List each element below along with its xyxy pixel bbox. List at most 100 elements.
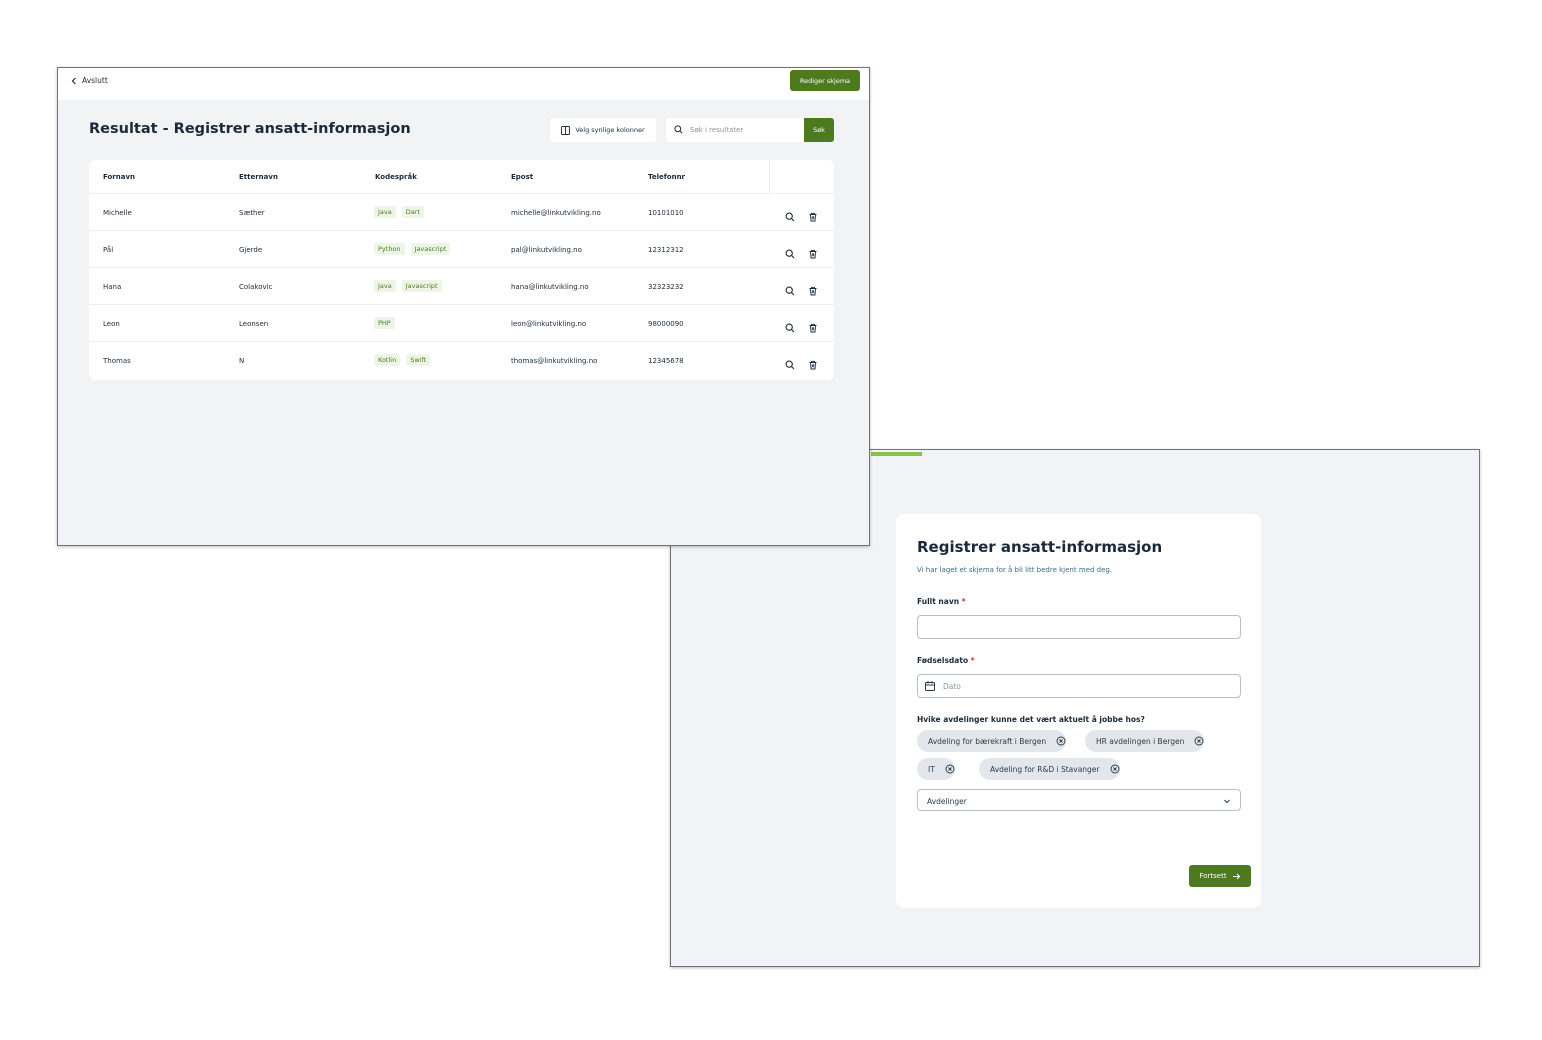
close-circle-icon[interactable]	[1056, 736, 1066, 746]
cell-phone: 10101010	[648, 209, 684, 217]
progress-bar	[871, 452, 922, 456]
choose-columns-button[interactable]: Velg synlige kolonner	[550, 118, 656, 142]
close-circle-icon[interactable]	[1194, 736, 1204, 746]
header-languages[interactable]: Kodespråk	[375, 173, 417, 181]
close-circle-icon[interactable]	[1110, 764, 1120, 774]
table-row: Michelle Sæther Java Dart michelle@linku…	[89, 194, 834, 231]
departments-select[interactable]: Avdelinger	[917, 789, 1241, 811]
cell-first-name: Pål	[103, 246, 114, 254]
search-placeholder: Søk i resultater	[690, 126, 744, 134]
continue-button[interactable]: Fortsett	[1189, 865, 1251, 887]
header-last-name[interactable]: Etternavn	[239, 173, 278, 181]
search-button[interactable]: Søk	[804, 118, 834, 142]
cell-languages: Java Dart	[374, 206, 424, 218]
close-circle-icon[interactable]	[945, 764, 955, 774]
search-icon	[785, 323, 795, 333]
cell-phone: 32323232	[648, 283, 684, 291]
departments-select-value: Avdelinger	[927, 797, 967, 806]
cell-email: pal@linkutvikling.no	[511, 246, 582, 254]
page-title: Resultat - Registrer ansatt-informasjon	[89, 121, 411, 137]
cell-last-name: Leonsen	[239, 320, 269, 328]
delete-button[interactable]	[808, 244, 818, 259]
search-icon	[785, 286, 795, 296]
cell-phone: 98000090	[648, 320, 684, 328]
delete-button[interactable]	[808, 355, 818, 370]
back-link[interactable]: Avslutt	[70, 76, 108, 85]
table-row: Hana Colakovic Java Javascript hana@link…	[89, 268, 834, 305]
language-tag: Javascript	[410, 243, 451, 255]
delete-button[interactable]	[808, 318, 818, 333]
top-bar: Avslutt Rediger skjema	[58, 68, 869, 100]
language-tag: Java	[374, 206, 396, 218]
cell-last-name: Sæther	[239, 209, 265, 217]
language-tag: Java	[374, 280, 396, 292]
delete-button[interactable]	[808, 281, 818, 296]
header-first-name[interactable]: Fornavn	[103, 173, 135, 181]
language-tag: Swift	[406, 354, 431, 366]
language-tag: Kotlin	[374, 354, 401, 366]
language-tag: PHP	[374, 317, 395, 329]
form-subtitle: Vi har laget et skjema for å bli litt be…	[917, 566, 1113, 574]
view-button[interactable]	[785, 207, 795, 222]
language-tag: Javascript	[401, 280, 442, 292]
view-button[interactable]	[785, 355, 795, 370]
search-icon	[785, 249, 795, 259]
search-input[interactable]: Søk i resultater	[666, 118, 805, 142]
delete-button[interactable]	[808, 207, 818, 222]
cell-languages: Kotlin Swift	[374, 354, 431, 366]
table-row: Pål Gjerde Python Javascript pal@linkutv…	[89, 231, 834, 268]
results-window: Avslutt Rediger skjema Resultat - Regist…	[57, 67, 870, 546]
header-email[interactable]: Epost	[511, 173, 533, 181]
departments-label: Hvike avdelinger kunne det vært aktuelt …	[917, 715, 1145, 724]
form-title: Registrer ansatt-informasjon	[917, 538, 1163, 556]
search-icon	[785, 360, 795, 370]
cell-first-name: Thomas	[103, 357, 131, 365]
cell-first-name: Michelle	[103, 209, 132, 217]
header-phone[interactable]: Telefonnr	[648, 173, 685, 181]
table-row: Thomas N Kotlin Swift thomas@linkutvikli…	[89, 342, 834, 379]
department-chip: Avdeling for R&D i Stavanger	[979, 758, 1120, 780]
birthdate-input[interactable]: Dato	[917, 674, 1241, 698]
results-table: Fornavn Etternavn Kodespråk Epost Telefo…	[89, 160, 834, 380]
trash-icon	[809, 249, 817, 259]
required-mark: *	[961, 597, 966, 606]
view-button[interactable]	[785, 244, 795, 259]
search-icon	[785, 212, 795, 222]
cell-email: michelle@linkutvikling.no	[511, 209, 601, 217]
cell-last-name: N	[239, 357, 245, 365]
cell-languages: PHP	[374, 317, 395, 329]
cell-phone: 12312312	[648, 246, 684, 254]
department-chip: HR avdelingen i Bergen	[1085, 730, 1205, 752]
cell-languages: Java Javascript	[374, 280, 442, 292]
language-tag: Python	[374, 243, 405, 255]
department-chip: Avdeling for bærekraft i Bergen	[917, 730, 1067, 752]
cell-last-name: Colakovic	[239, 283, 273, 291]
cell-last-name: Gjerde	[239, 246, 263, 254]
cell-phone: 12345678	[648, 357, 684, 365]
required-mark: *	[970, 656, 975, 665]
cell-email: thomas@linkutvikling.no	[511, 357, 598, 365]
table-row: Leon Leonsen PHP leon@linkutvikling.no 9…	[89, 305, 834, 342]
cell-email: hana@linkutvikling.no	[511, 283, 589, 291]
cell-languages: Python Javascript	[374, 243, 451, 255]
view-button[interactable]	[785, 281, 795, 296]
department-chip: IT	[917, 758, 955, 780]
cell-first-name: Hana	[103, 283, 122, 291]
edit-form-button[interactable]: Rediger skjema	[790, 70, 860, 91]
chevron-down-icon	[1224, 799, 1230, 804]
language-tag: Dart	[401, 206, 424, 218]
trash-icon	[809, 360, 817, 370]
chevron-left-icon	[71, 77, 76, 84]
calendar-icon	[925, 681, 935, 691]
trash-icon	[809, 286, 817, 296]
cell-email: leon@linkutvikling.no	[511, 320, 587, 328]
table-header: Fornavn Etternavn Kodespråk Epost Telefo…	[89, 160, 834, 194]
birth-label: Fødselsdato *	[917, 656, 975, 665]
full-name-input[interactable]	[917, 615, 1241, 639]
birthdate-placeholder: Dato	[943, 682, 961, 691]
arrow-right-icon	[1232, 873, 1240, 879]
header-divider	[769, 160, 770, 194]
view-button[interactable]	[785, 318, 795, 333]
columns-icon	[561, 125, 571, 135]
search-icon	[674, 125, 683, 134]
